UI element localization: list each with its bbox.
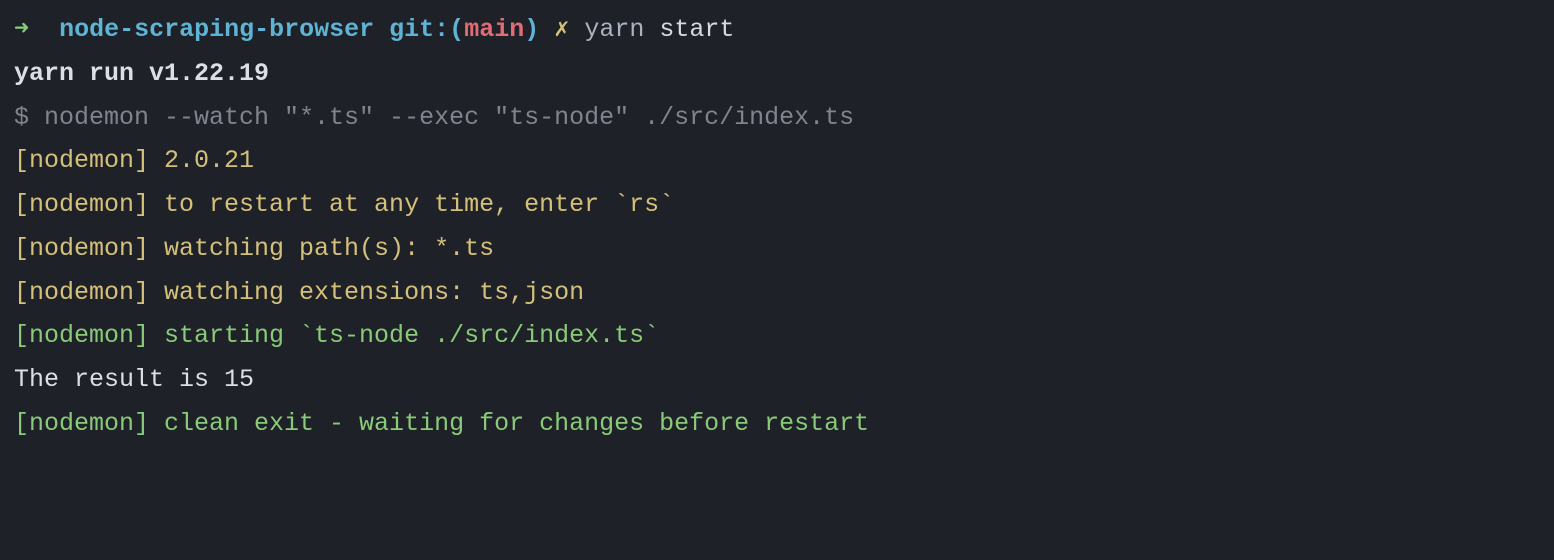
yarn-run-line: yarn run v1.22.19 bbox=[14, 52, 1540, 96]
prompt-git-branch: main bbox=[464, 15, 524, 44]
nodemon-version-line: [nodemon] 2.0.21 bbox=[14, 139, 1540, 183]
prompt-git-label: git: bbox=[389, 15, 449, 44]
program-output-line: The result is 15 bbox=[14, 358, 1540, 402]
prompt-git-paren-open: ( bbox=[449, 15, 464, 44]
nodemon-paths-line: [nodemon] watching path(s): *.ts bbox=[14, 227, 1540, 271]
shell-command-line: $ nodemon --watch "*.ts" --exec "ts-node… bbox=[14, 96, 1540, 140]
nodemon-ext-line: [nodemon] watching extensions: ts,json bbox=[14, 271, 1540, 315]
prompt-dirname: node-scraping-browser bbox=[59, 15, 374, 44]
command-yarn: yarn bbox=[584, 15, 644, 44]
prompt-git-paren-close: ) bbox=[524, 15, 539, 44]
prompt-dirty-icon: ✗ bbox=[554, 15, 569, 44]
prompt-line[interactable]: ➜ node-scraping-browser git:(main) ✗ yar… bbox=[14, 8, 1540, 52]
command-args: start bbox=[659, 15, 734, 44]
prompt-arrow-icon: ➜ bbox=[14, 15, 29, 44]
nodemon-starting-line: [nodemon] starting `ts-node ./src/index.… bbox=[14, 314, 1540, 358]
nodemon-exit-line: [nodemon] clean exit - waiting for chang… bbox=[14, 402, 1540, 446]
nodemon-restart-line: [nodemon] to restart at any time, enter … bbox=[14, 183, 1540, 227]
